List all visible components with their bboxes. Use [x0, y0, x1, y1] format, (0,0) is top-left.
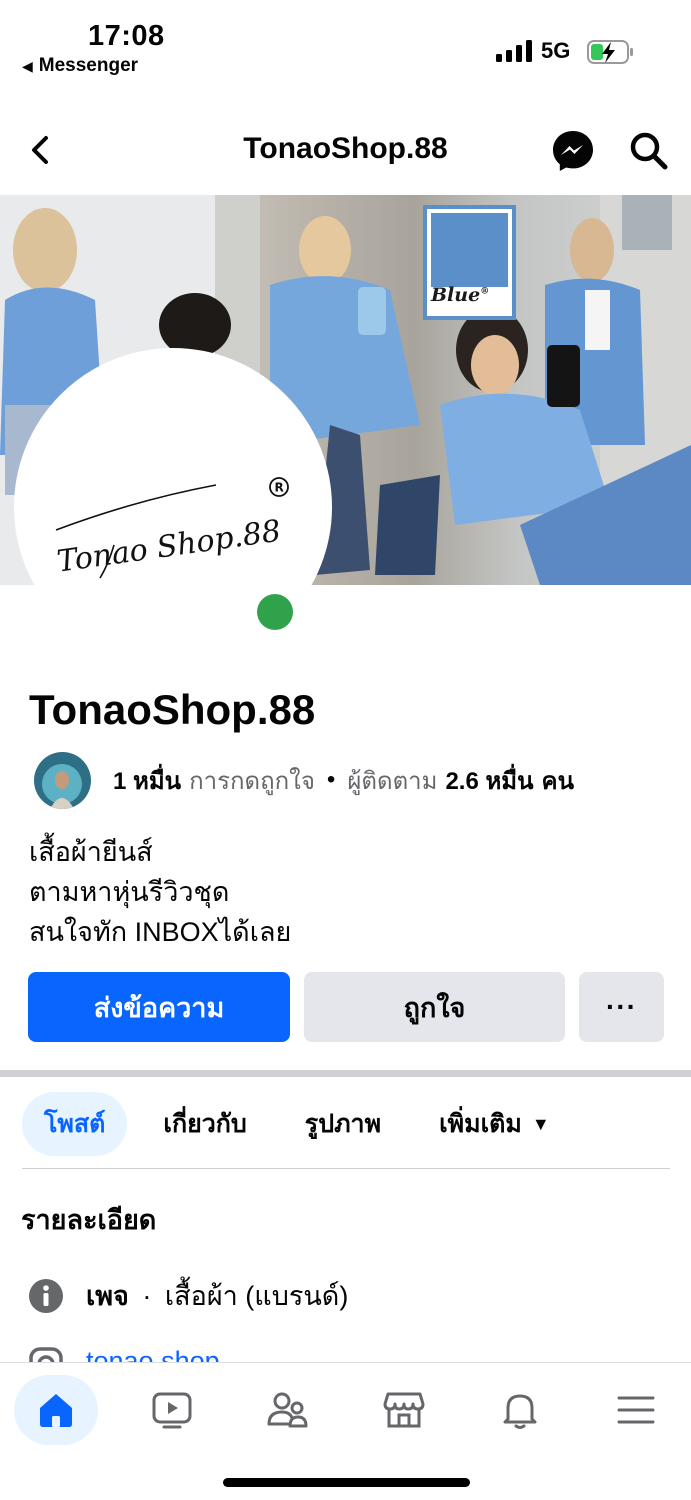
signal-icon — [496, 40, 532, 62]
page-stats: 1 หมื่น การกดถูกใจ • ผู้ติดตาม 2.6 หมื่น… — [34, 751, 574, 809]
page-name: TonaoShop.88 — [29, 686, 316, 733]
bio-line: สนใจทัก INBOXได้เลย — [29, 917, 292, 947]
more-options-button[interactable]: ··· — [579, 972, 664, 1042]
bottom-navigation — [0, 1362, 691, 1500]
marketplace-icon — [383, 1392, 425, 1428]
nav-friends[interactable] — [246, 1375, 330, 1445]
status-bar: 17:08 ◀ Messenger 5G — [0, 0, 691, 90]
tab-about[interactable]: เกี่ยวกับ — [163, 1092, 246, 1156]
like-label: ถูกใจ — [403, 992, 466, 1023]
bio-line: เสื้อผ้ายีนส์ — [29, 837, 153, 867]
info-icon — [29, 1278, 63, 1313]
page-type-label: เพจ — [86, 1281, 129, 1311]
back-to-app-link[interactable]: ◀ Messenger — [22, 55, 138, 77]
video-icon — [152, 1392, 192, 1429]
menu-icon — [617, 1396, 655, 1424]
tab-photos[interactable]: รูปภาพ — [305, 1092, 381, 1156]
tabs-divider — [22, 1168, 670, 1169]
nav-notifications[interactable] — [478, 1375, 562, 1445]
friend-avatar[interactable] — [34, 751, 91, 809]
nav-menu[interactable] — [594, 1375, 678, 1445]
followers-count[interactable]: 2.6 หมื่น — [445, 761, 533, 800]
profile-tabs: โพสต์ เกี่ยวกับ รูปภาพ เพิ่มเติม ▼ — [22, 1092, 550, 1156]
svg-text:Tonao Shop.88: Tonao Shop.88 — [55, 514, 283, 580]
tab-posts[interactable]: โพสต์ — [22, 1092, 128, 1156]
swatch-label: Blue® — [431, 284, 490, 306]
swatch-color-block — [431, 213, 508, 287]
battery-charging-icon — [587, 40, 633, 64]
likes-count[interactable]: 1 หมื่น — [113, 761, 181, 800]
send-message-button[interactable]: ส่งข้อความ — [28, 972, 290, 1042]
detail-separator: · — [142, 1281, 152, 1311]
nav-marketplace[interactable] — [362, 1375, 446, 1445]
likes-label: การกดถูกใจ — [189, 767, 315, 795]
page-header: TonaoShop.88 — [0, 110, 691, 190]
instagram-link[interactable]: tonao.shop — [86, 1346, 220, 1362]
instagram-icon — [29, 1347, 63, 1362]
search-icon[interactable] — [628, 130, 670, 172]
more-dots-icon: ··· — [606, 991, 637, 1022]
back-triangle-icon: ◀ — [22, 57, 33, 74]
instagram-row[interactable]: tonao.shop — [28, 1346, 220, 1362]
caret-down-icon: ▼ — [531, 1113, 550, 1134]
home-icon — [40, 1394, 72, 1427]
followers-label: ผู้ติดตาม — [347, 767, 438, 795]
section-divider — [0, 1070, 691, 1077]
status-time: 17:08 — [88, 20, 165, 52]
stats-separator: • — [326, 766, 336, 793]
messenger-icon[interactable] — [550, 128, 596, 174]
bio-line: ตามหาหุ่นรีวิวชุด — [29, 877, 230, 907]
friends-icon — [267, 1392, 308, 1428]
network-type: 5G — [541, 38, 571, 63]
home-indicator[interactable] — [223, 1478, 470, 1487]
page-category-row: เพจ · เสื้อผ้า (แบรนด์) — [28, 1274, 348, 1317]
color-swatch: Blue® — [423, 205, 516, 320]
back-app-label: Messenger — [38, 55, 139, 76]
page-bio: เสื้อผ้ายีนส์ ตามหาหุ่นรีวิวชุด สนใจทัก … — [29, 832, 291, 952]
svg-text:R: R — [275, 481, 284, 495]
bell-icon — [503, 1394, 537, 1429]
followers-unit: คน — [541, 767, 574, 795]
tab-more[interactable]: เพิ่มเติม ▼ — [439, 1092, 550, 1156]
send-message-label: ส่งข้อความ — [93, 992, 225, 1023]
details-title: รายละเอียด — [21, 1205, 157, 1235]
like-button[interactable]: ถูกใจ — [304, 972, 565, 1042]
nav-video[interactable] — [130, 1375, 214, 1445]
nav-home[interactable] — [14, 1375, 98, 1445]
tab-more-label: เพิ่มเติม — [439, 1110, 522, 1138]
online-status-dot — [250, 587, 300, 637]
page-category: เสื้อผ้า (แบรนด์) — [164, 1281, 349, 1311]
